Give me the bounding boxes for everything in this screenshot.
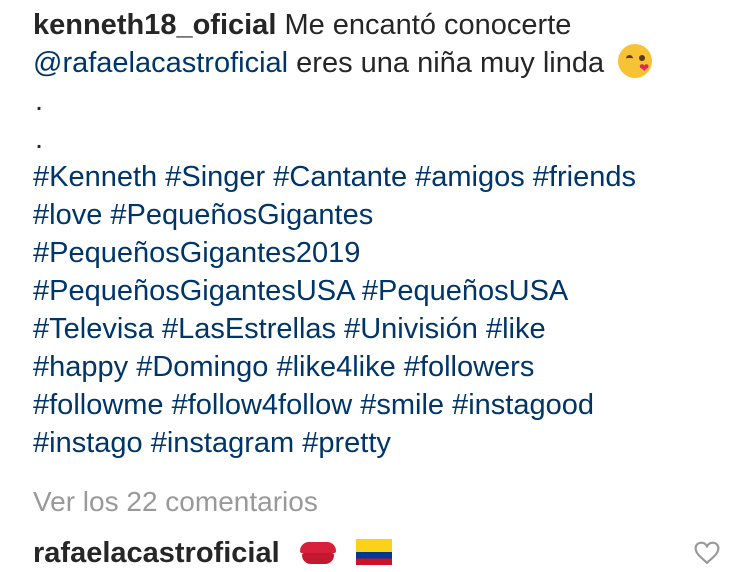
caption-text-2: eres una niña muy linda bbox=[296, 47, 605, 79]
post-caption: kenneth18_oficial Me encantó conocerte @… bbox=[33, 6, 733, 462]
caption-dot-2: . bbox=[35, 123, 44, 155]
hashtag-line[interactable]: #instago #instagram #pretty bbox=[33, 424, 733, 462]
view-all-comments-link[interactable]: Ver los 22 comentarios bbox=[33, 486, 318, 518]
caption-mention[interactable]: @rafaelacastroficial bbox=[33, 47, 288, 79]
caption-dot-1: . bbox=[35, 85, 44, 117]
post-author-username[interactable]: kenneth18_oficial bbox=[33, 9, 276, 41]
caption-line-1: kenneth18_oficial Me encantó conocerte bbox=[33, 6, 733, 44]
caption-text: Me encantó conocerte bbox=[284, 9, 572, 41]
hashtag-line[interactable]: #love #PequeñosGigantes bbox=[33, 196, 733, 234]
heart-outline-icon[interactable] bbox=[694, 541, 720, 565]
hashtag-line[interactable]: #happy #Domingo #like4like #followers bbox=[33, 348, 733, 386]
hashtag-line[interactable]: #PequeñosGigantes2019 bbox=[33, 234, 733, 272]
hashtag-line[interactable]: #Televisa #LasEstrellas #Univisión #like bbox=[33, 310, 733, 348]
colombia-flag-icon bbox=[355, 539, 392, 565]
face-blowing-kiss-icon: ❤ bbox=[618, 44, 653, 78]
hashtag-line[interactable]: #Kenneth #Singer #Cantante #amigos #frie… bbox=[33, 158, 733, 196]
comment-row: rafaelacastroficial bbox=[33, 537, 392, 570]
caption-line-2: @rafaelacastroficial eres una niña muy l… bbox=[33, 44, 733, 82]
comment-username[interactable]: rafaelacastroficial bbox=[33, 537, 280, 569]
kiss-mark-icon bbox=[298, 542, 338, 564]
hashtag-line[interactable]: #followme #follow4follow #smile #instago… bbox=[33, 386, 733, 424]
hashtag-line[interactable]: #PequeñosGigantesUSA #PequeñosUSA bbox=[33, 272, 733, 310]
